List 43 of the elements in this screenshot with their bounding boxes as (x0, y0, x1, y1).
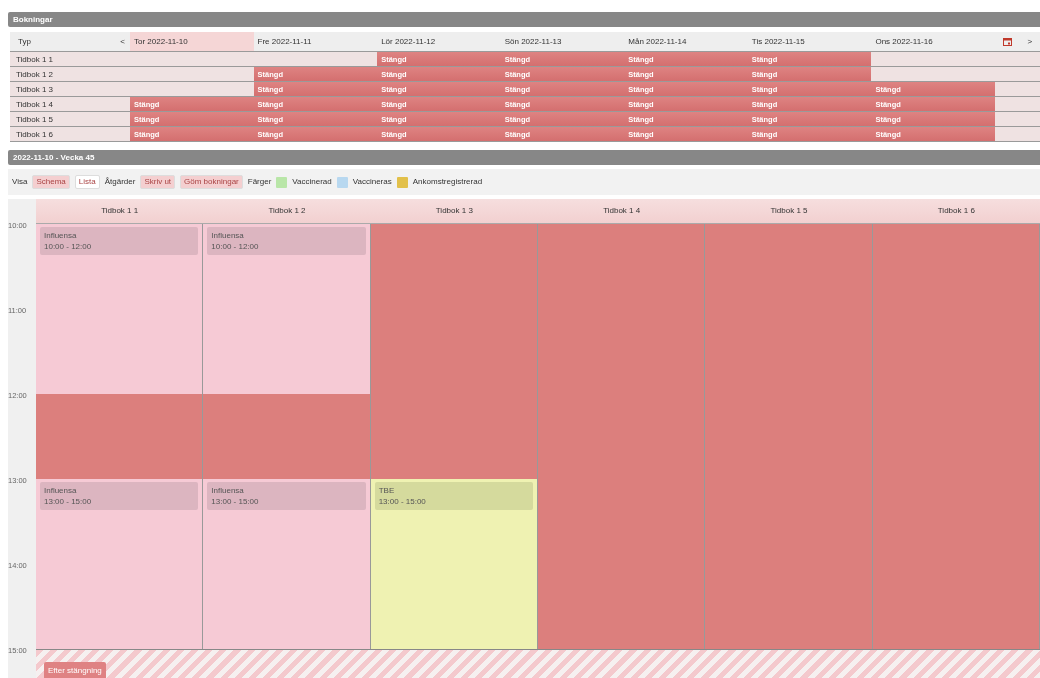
panel-title: 2022-11-10 - Vecka 45 (8, 150, 1040, 165)
booking-title: Influensa (44, 485, 78, 497)
booking-title: Influensa (44, 230, 78, 242)
row-label: Tidbok 1 4 (10, 97, 130, 112)
row-label: Tidbok 1 1 (10, 52, 130, 67)
calendar-icon[interactable] (1002, 37, 1012, 46)
day-header[interactable]: Tor 2022-11-10 (130, 32, 254, 52)
booking-card[interactable]: Influensa 13:00 - 15:00 (40, 482, 199, 511)
legend-label: Vaccineras (352, 176, 392, 188)
booking-title: TBE (378, 485, 396, 497)
row-label: Tidbok 1 2 (10, 67, 130, 82)
toolbar-label: Åtgärder (104, 176, 136, 188)
booking-time: 13:00 - 15:00 (378, 496, 427, 508)
after-closing-label: Efter stängning (44, 662, 106, 678)
booking-card[interactable]: TBE 13:00 - 15:00 (374, 482, 533, 511)
booking-title: Influensa (211, 485, 245, 497)
booking-time: 10:00 - 12:00 (44, 241, 93, 253)
column-header: Tidbok 1 4 (538, 199, 706, 224)
booking-time: 13:00 - 15:00 (211, 496, 260, 508)
booking-card[interactable]: Influensa 13:00 - 15:00 (207, 482, 366, 511)
column-header: Tidbok 1 6 (872, 199, 1040, 224)
column-header: Tidbok 1 5 (705, 199, 873, 224)
legend-label: Ankomstregistrerad (412, 176, 483, 188)
column-header: Tidbok 1 3 (370, 199, 538, 224)
view-button[interactable]: Lista (74, 175, 100, 189)
booking-card[interactable]: Influensa 10:00 - 12:00 (207, 227, 366, 256)
column-header: Tidbok 1 2 (203, 199, 371, 224)
booking-time: 10:00 - 12:00 (211, 241, 260, 253)
panel-title: Bokningar (8, 12, 1040, 27)
column-header: Tidbok 1 1 (36, 199, 204, 224)
next-button[interactable]: > (1027, 31, 1033, 52)
action-button[interactable]: Göm bokningar (180, 175, 243, 189)
legend-label: Vaccinerad (292, 176, 332, 188)
action-button[interactable]: Skriv ut (140, 175, 176, 189)
booking-time: 13:00 - 15:00 (44, 496, 93, 508)
toolbar-label: Färger (247, 176, 272, 188)
row-label: Tidbok 1 3 (10, 82, 130, 97)
booking-card[interactable]: Influensa 10:00 - 12:00 (40, 227, 199, 256)
toolbar-label: Visa (12, 176, 28, 188)
booking-title: Influensa (211, 230, 245, 242)
view-button[interactable]: Schema (32, 175, 70, 189)
row-label: Tidbok 1 5 (10, 112, 130, 127)
row-label: Tidbok 1 6 (10, 127, 130, 142)
